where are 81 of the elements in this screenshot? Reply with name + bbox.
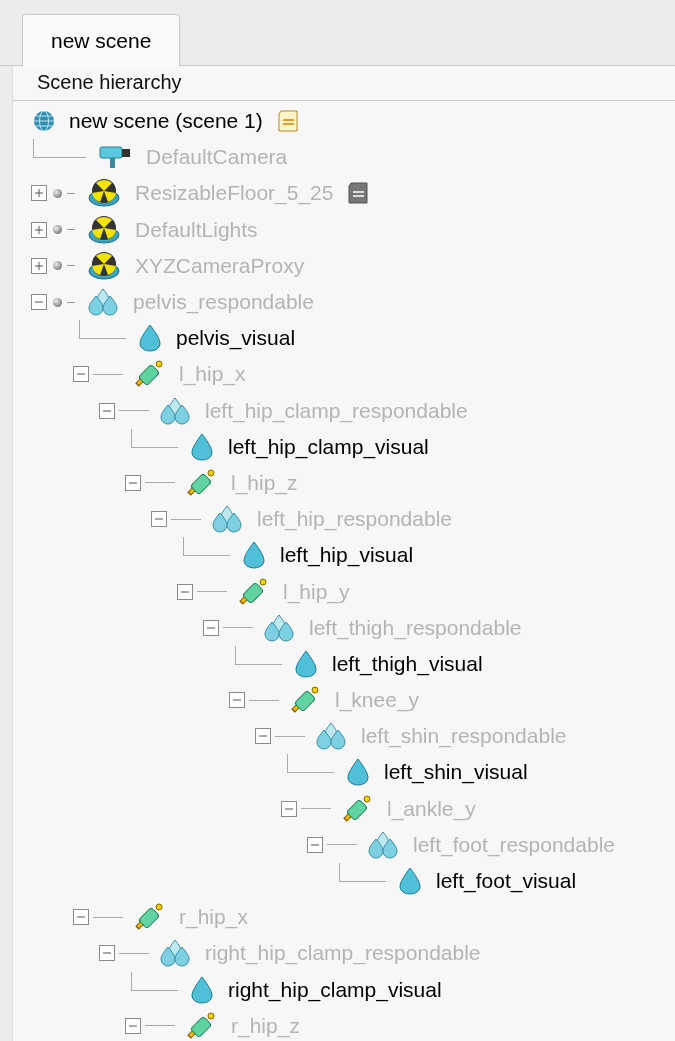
- expand-toggle[interactable]: [31, 185, 47, 202]
- script-icon[interactable]: [347, 182, 370, 205]
- expand-toggle[interactable]: [31, 257, 47, 274]
- tree-item[interactable]: left_foot_visual: [436, 869, 577, 894]
- tree-item[interactable]: l_ankle_y: [387, 796, 476, 821]
- tree-item[interactable]: left_hip_clamp_respondable: [205, 398, 468, 423]
- drops-icon: [159, 396, 191, 425]
- tree-item[interactable]: left_shin_respondable: [361, 724, 567, 749]
- drop-icon: [346, 758, 370, 787]
- tree-item[interactable]: left_hip_visual: [280, 543, 414, 568]
- expand-toggle[interactable]: [255, 728, 271, 745]
- expand-toggle[interactable]: [73, 909, 89, 926]
- tree-connector: [235, 645, 282, 665]
- hazard-disc-icon: [87, 214, 121, 245]
- drop-icon: [190, 432, 214, 461]
- expand-toggle[interactable]: [99, 402, 115, 419]
- tree-item[interactable]: pelvis_respondable: [133, 290, 314, 315]
- globe-icon: [33, 110, 55, 133]
- hazard-disc-icon: [87, 250, 121, 281]
- drops-icon: [263, 613, 295, 642]
- expand-toggle[interactable]: [229, 692, 245, 709]
- tree-item[interactable]: pelvis_visual: [176, 326, 296, 351]
- tree-item[interactable]: DefaultLights: [135, 217, 258, 242]
- cylinder-icon: [341, 793, 373, 824]
- expand-toggle[interactable]: [125, 474, 141, 491]
- tree-item[interactable]: right_hip_clamp_visual: [228, 977, 442, 1002]
- tree-connector: [183, 537, 230, 557]
- tree-item[interactable]: left_foot_respondable: [413, 832, 615, 857]
- scene-tab[interactable]: new scene: [22, 14, 181, 67]
- tree-item[interactable]: left_hip_clamp_visual: [228, 434, 429, 459]
- tree-connector: [79, 320, 126, 340]
- tree-connector: [67, 301, 75, 303]
- tree-connector: [67, 229, 75, 231]
- hazard-disc-icon: [87, 178, 121, 209]
- expand-toggle[interactable]: [177, 583, 193, 600]
- tree-connector: [33, 139, 86, 159]
- cylinder-icon: [237, 576, 269, 607]
- tree-item[interactable]: l_hip_x: [179, 362, 246, 387]
- tree-connector: [131, 971, 178, 991]
- expand-toggle[interactable]: [307, 836, 323, 853]
- drop-icon: [190, 975, 214, 1004]
- tree-item[interactable]: ResizableFloor_5_25: [135, 181, 334, 206]
- tree-item[interactable]: right_hip_clamp_respondable: [205, 941, 481, 966]
- tree-item[interactable]: l_knee_y: [335, 688, 420, 713]
- tree-item[interactable]: l_hip_z: [231, 470, 298, 495]
- tree-item[interactable]: r_hip_x: [179, 905, 248, 930]
- tree-item[interactable]: left_shin_visual: [384, 760, 528, 785]
- tree-connector: [131, 428, 178, 448]
- drops-icon: [87, 288, 119, 317]
- tree-connector: [339, 862, 386, 882]
- tree-connector: [67, 192, 75, 194]
- expand-toggle[interactable]: [125, 1017, 141, 1034]
- drops-icon: [159, 939, 191, 968]
- tree-item[interactable]: l_hip_y: [283, 579, 350, 604]
- cylinder-icon: [185, 1010, 217, 1041]
- drop-icon: [242, 541, 266, 570]
- drop-icon: [138, 324, 162, 353]
- drops-icon: [367, 830, 399, 859]
- tree-item[interactable]: left_hip_respondable: [257, 507, 452, 532]
- expand-toggle[interactable]: [99, 945, 115, 962]
- drops-icon: [211, 505, 243, 534]
- expand-toggle[interactable]: [73, 366, 89, 383]
- expand-toggle[interactable]: [203, 619, 219, 636]
- drop-icon: [398, 867, 422, 896]
- tree-item[interactable]: XYZCameraProxy: [135, 253, 305, 278]
- tree-connector: [287, 754, 334, 774]
- tree-item[interactable]: DefaultCamera: [146, 145, 288, 170]
- tree-connector: [67, 265, 75, 267]
- cylinder-icon: [185, 467, 217, 498]
- camera-icon: [98, 144, 132, 171]
- drops-icon: [315, 722, 347, 751]
- panel-title: Scene hierarchy: [13, 66, 675, 101]
- expand-toggle[interactable]: [281, 800, 297, 817]
- tree-item[interactable]: left_thigh_respondable: [309, 615, 522, 640]
- expand-toggle[interactable]: [31, 221, 47, 238]
- expand-toggle[interactable]: [31, 294, 47, 311]
- tree-item[interactable]: left_thigh_visual: [332, 651, 483, 676]
- tree-item[interactable]: new scene (scene 1): [69, 109, 263, 134]
- drop-icon: [294, 649, 318, 678]
- tree-item[interactable]: r_hip_z: [231, 1013, 300, 1038]
- expand-toggle[interactable]: [151, 511, 167, 528]
